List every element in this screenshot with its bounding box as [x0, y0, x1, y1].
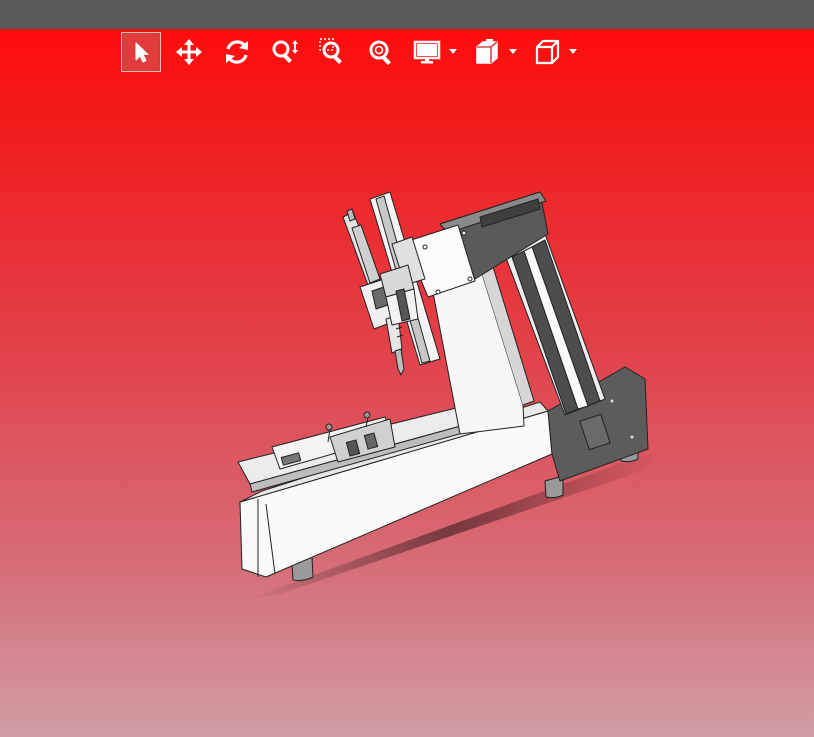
window-title-bar — [0, 0, 814, 29]
dispensing-robot-model[interactable] — [0, 29, 814, 737]
3d-viewport[interactable] — [0, 29, 814, 737]
